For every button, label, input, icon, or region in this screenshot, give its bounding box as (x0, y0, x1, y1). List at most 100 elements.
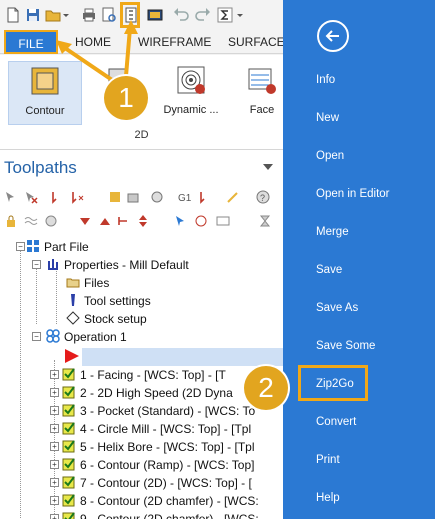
backstage-menu-item[interactable]: Save (316, 262, 342, 278)
regenerate-dirty-icon[interactable] (70, 190, 84, 204)
move-up-icon[interactable] (98, 214, 112, 228)
backstage-menu-item[interactable]: Info (316, 72, 335, 88)
wand-icon[interactable] (226, 190, 240, 204)
operation-row[interactable]: 6 - Contour (Ramp) - [WCS: Top] (62, 456, 255, 474)
move-down-icon[interactable] (78, 214, 92, 228)
operation-row[interactable]: 4 - Circle Mill - [WCS: Top] - [Tpl (62, 420, 251, 438)
insert-arrow-row[interactable] (82, 348, 283, 366)
tree-node-tool-settings[interactable]: Tool settings (66, 292, 151, 310)
operation-row[interactable]: 9 - Contour (2D chamfer) - [WCS: (62, 510, 259, 519)
operation-row[interactable]: 7 - Contour (2D) - [WCS: Top] - [ (62, 474, 252, 492)
regenerate-icon[interactable] (50, 190, 64, 204)
backstage-menu-item[interactable]: Save As (316, 300, 358, 316)
operation-label: Operation 1 (64, 330, 127, 344)
tree-guide-line (36, 268, 37, 324)
verify-icon[interactable] (126, 190, 140, 204)
svg-text:?: ? (260, 193, 265, 203)
arrow-left-icon (325, 30, 339, 42)
operation-checked-icon (62, 458, 75, 471)
operation-checked-icon (62, 476, 75, 489)
operation-label: 6 - Contour (Ramp) - [WCS: Top] (80, 458, 255, 472)
backstage-menu-item[interactable]: Save Some (316, 338, 375, 354)
deselect-icon[interactable] (24, 190, 38, 204)
operation-label: 9 - Contour (2D chamfer) - [WCS: (80, 512, 259, 519)
zip2go-toolbar-highlight (120, 2, 140, 28)
files-label: Files (84, 276, 110, 290)
expand-operation-toggle[interactable]: + (50, 496, 59, 505)
tree-guide-line (56, 268, 57, 324)
options-dropdown-icon[interactable] (216, 214, 230, 228)
stock-setup-icon (66, 311, 80, 325)
toolpaths-toolbar-row-2 (0, 210, 283, 234)
backstage-menu-item[interactable]: Open (316, 148, 344, 164)
zip2go-menu-highlight (298, 365, 368, 401)
tree-guide-line (20, 250, 21, 519)
g1-icon[interactable]: G1 (178, 190, 192, 204)
operation-row[interactable]: 8 - Contour (2D chamfer) - [WCS: (62, 492, 259, 510)
properties-icon (48, 259, 58, 270)
post-toggle-icon[interactable] (44, 214, 58, 228)
operation-label: 4 - Circle Mill - [WCS: Top] - [Tpl (80, 422, 252, 436)
toolpaths-panel: Toolpaths G1 ? − Part File − Properties … (0, 150, 283, 519)
callout-badge-1: 1 (104, 76, 148, 120)
back-button[interactable] (317, 20, 349, 52)
expand-operation-toggle[interactable]: + (50, 514, 59, 519)
operation-label: 8 - Contour (2D chamfer) - [WCS: (80, 494, 259, 508)
collapse-operation-toggle[interactable]: − (32, 332, 41, 341)
operation-label: 2 - 2D High Speed (2D Dyna (80, 386, 233, 400)
callout-arrows (56, 20, 138, 86)
operation-row[interactable]: 5 - Helix Bore - [WCS: Top] - [Tpl (62, 438, 255, 456)
expand-operation-toggle[interactable]: + (50, 478, 59, 487)
tree-node-operation[interactable]: Operation 1 (46, 328, 127, 346)
simulate-icon[interactable] (150, 190, 164, 204)
properties-label: Properties - Mill Default (64, 258, 189, 272)
expand-operation-toggle[interactable]: + (50, 388, 59, 397)
panel-menu-chevron-icon[interactable] (263, 164, 273, 170)
expand-operation-toggle[interactable]: + (50, 406, 59, 415)
tree-node-files[interactable]: Files (66, 274, 109, 292)
expand-operation-toggle[interactable]: + (50, 442, 59, 451)
scroll-to-insert-icon[interactable] (136, 214, 150, 228)
tool-settings-label: Tool settings (84, 294, 151, 308)
hourglass-icon[interactable] (258, 214, 272, 228)
insert-arrow-icon[interactable] (116, 214, 130, 228)
operation-checked-icon (62, 440, 75, 453)
operation-checked-icon (62, 386, 75, 399)
tree-node-stock-setup[interactable]: Stock setup (66, 310, 147, 328)
post-icon[interactable] (198, 190, 212, 204)
operation-row[interactable]: 1 - Facing - [WCS: Top] - [T (62, 366, 226, 384)
select-filter-icon[interactable] (174, 214, 188, 228)
backstage-menu-item[interactable]: Help (316, 490, 340, 506)
backstage-menu-item[interactable]: Merge (316, 224, 349, 240)
backstage-menu-item[interactable]: Convert (316, 414, 356, 430)
tree-node-part-file[interactable]: Part File (26, 238, 89, 256)
backstage-menu-item[interactable]: Print (316, 452, 340, 468)
display-toggle-icon[interactable] (194, 214, 208, 228)
operation-checked-icon (62, 368, 75, 381)
operation-label: 7 - Contour (2D) - [WCS: Top] - [ (80, 476, 252, 490)
collapse-properties-toggle[interactable]: − (32, 260, 41, 269)
tree-node-properties[interactable]: Properties - Mill Default (46, 256, 189, 274)
tool-settings-icon (71, 294, 75, 306)
stock-setup-label: Stock setup (84, 312, 147, 326)
operation-row[interactable]: 3 - Pocket (Standard) - [WCS: To (62, 402, 255, 420)
operation-row[interactable]: 2 - 2D High Speed (2D Dyna (62, 384, 233, 402)
lock-icon[interactable] (4, 214, 18, 228)
file-backstage-menu: Info New Open Open in Editor Merge Save Save A… (283, 0, 435, 519)
collapse-part-file-toggle[interactable]: − (16, 242, 25, 251)
expand-operation-toggle[interactable]: + (50, 370, 59, 379)
expand-operation-toggle[interactable]: + (50, 424, 59, 433)
expand-operation-toggle[interactable]: + (50, 460, 59, 469)
toggle-display-icon[interactable] (24, 214, 38, 228)
help-icon[interactable]: ? (256, 190, 270, 204)
backstage-menu-item[interactable]: New (316, 110, 339, 126)
callout-badge-2: 2 (244, 366, 288, 410)
machine-group-icon (46, 329, 60, 343)
backplot-icon[interactable] (108, 190, 122, 204)
part-file-label: Part File (44, 240, 89, 254)
backstage-menu-item[interactable]: Open in Editor (316, 186, 390, 202)
insert-arrow-icon[interactable] (64, 348, 80, 364)
toolpaths-title: Toolpaths (4, 158, 77, 177)
select-all-icon[interactable] (4, 190, 18, 204)
operation-label: 1 - Facing - [WCS: Top] - [T (80, 368, 226, 382)
